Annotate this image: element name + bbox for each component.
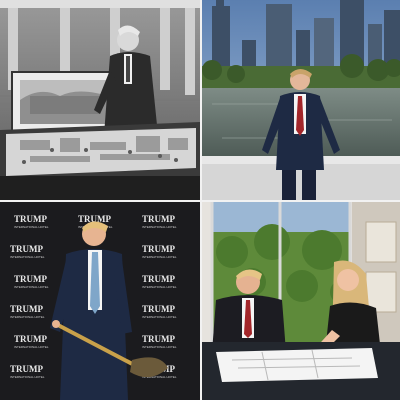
svg-text:TRUMP: TRUMP [14, 214, 47, 224]
svg-text:INTERNATIONAL HOTEL: INTERNATIONAL HOTEL [14, 285, 49, 289]
svg-text:INTERNATIONAL HOTEL: INTERNATIONAL HOTEL [10, 255, 45, 259]
photo-office-meeting [202, 202, 400, 400]
svg-text:INTERNATIONAL HOTEL: INTERNATIONAL HOTEL [14, 225, 49, 229]
svg-text:TRUMP: TRUMP [142, 304, 175, 314]
office-scene [202, 202, 400, 400]
svg-text:TRUMP: TRUMP [14, 334, 47, 344]
svg-text:INTERNATIONAL HOTEL: INTERNATIONAL HOTEL [142, 255, 177, 259]
svg-text:TRUMP: TRUMP [10, 304, 43, 314]
svg-text:INTERNATIONAL HOTEL: INTERNATIONAL HOTEL [142, 315, 177, 319]
photo-collage: TRUMP INTERNATIONAL HOTEL TRUMP INTERNAT… [0, 0, 400, 400]
svg-text:INTERNATIONAL HOTEL: INTERNATIONAL HOTEL [10, 315, 45, 319]
svg-text:INTERNATIONAL HOTEL: INTERNATIONAL HOTEL [142, 345, 177, 349]
backdrop-scene: TRUMP INTERNATIONAL HOTEL TRUMP INTERNAT… [0, 202, 200, 400]
svg-text:TRUMP: TRUMP [142, 274, 175, 284]
skyline-scene [202, 0, 400, 200]
svg-text:TRUMP: TRUMP [10, 244, 43, 254]
svg-text:INTERNATIONAL HOTEL: INTERNATIONAL HOTEL [142, 225, 177, 229]
photo-skyline-rail [202, 0, 400, 200]
svg-text:INTERNATIONAL HOTEL: INTERNATIONAL HOTEL [10, 375, 45, 379]
svg-text:TRUMP: TRUMP [142, 244, 175, 254]
svg-text:TRUMP: TRUMP [10, 364, 43, 374]
svg-text:INTERNATIONAL HOTEL: INTERNATIONAL HOTEL [142, 285, 177, 289]
collage-divider-horizontal [0, 200, 400, 202]
svg-text:TRUMP: TRUMP [142, 334, 175, 344]
svg-text:TRUMP: TRUMP [142, 214, 175, 224]
svg-text:INTERNATIONAL HOTEL: INTERNATIONAL HOTEL [14, 345, 49, 349]
model-scene [0, 0, 200, 200]
svg-text:TRUMP: TRUMP [14, 274, 47, 284]
photo-architectural-model [0, 0, 200, 200]
photo-groundbreaking: TRUMP INTERNATIONAL HOTEL TRUMP INTERNAT… [0, 202, 200, 400]
